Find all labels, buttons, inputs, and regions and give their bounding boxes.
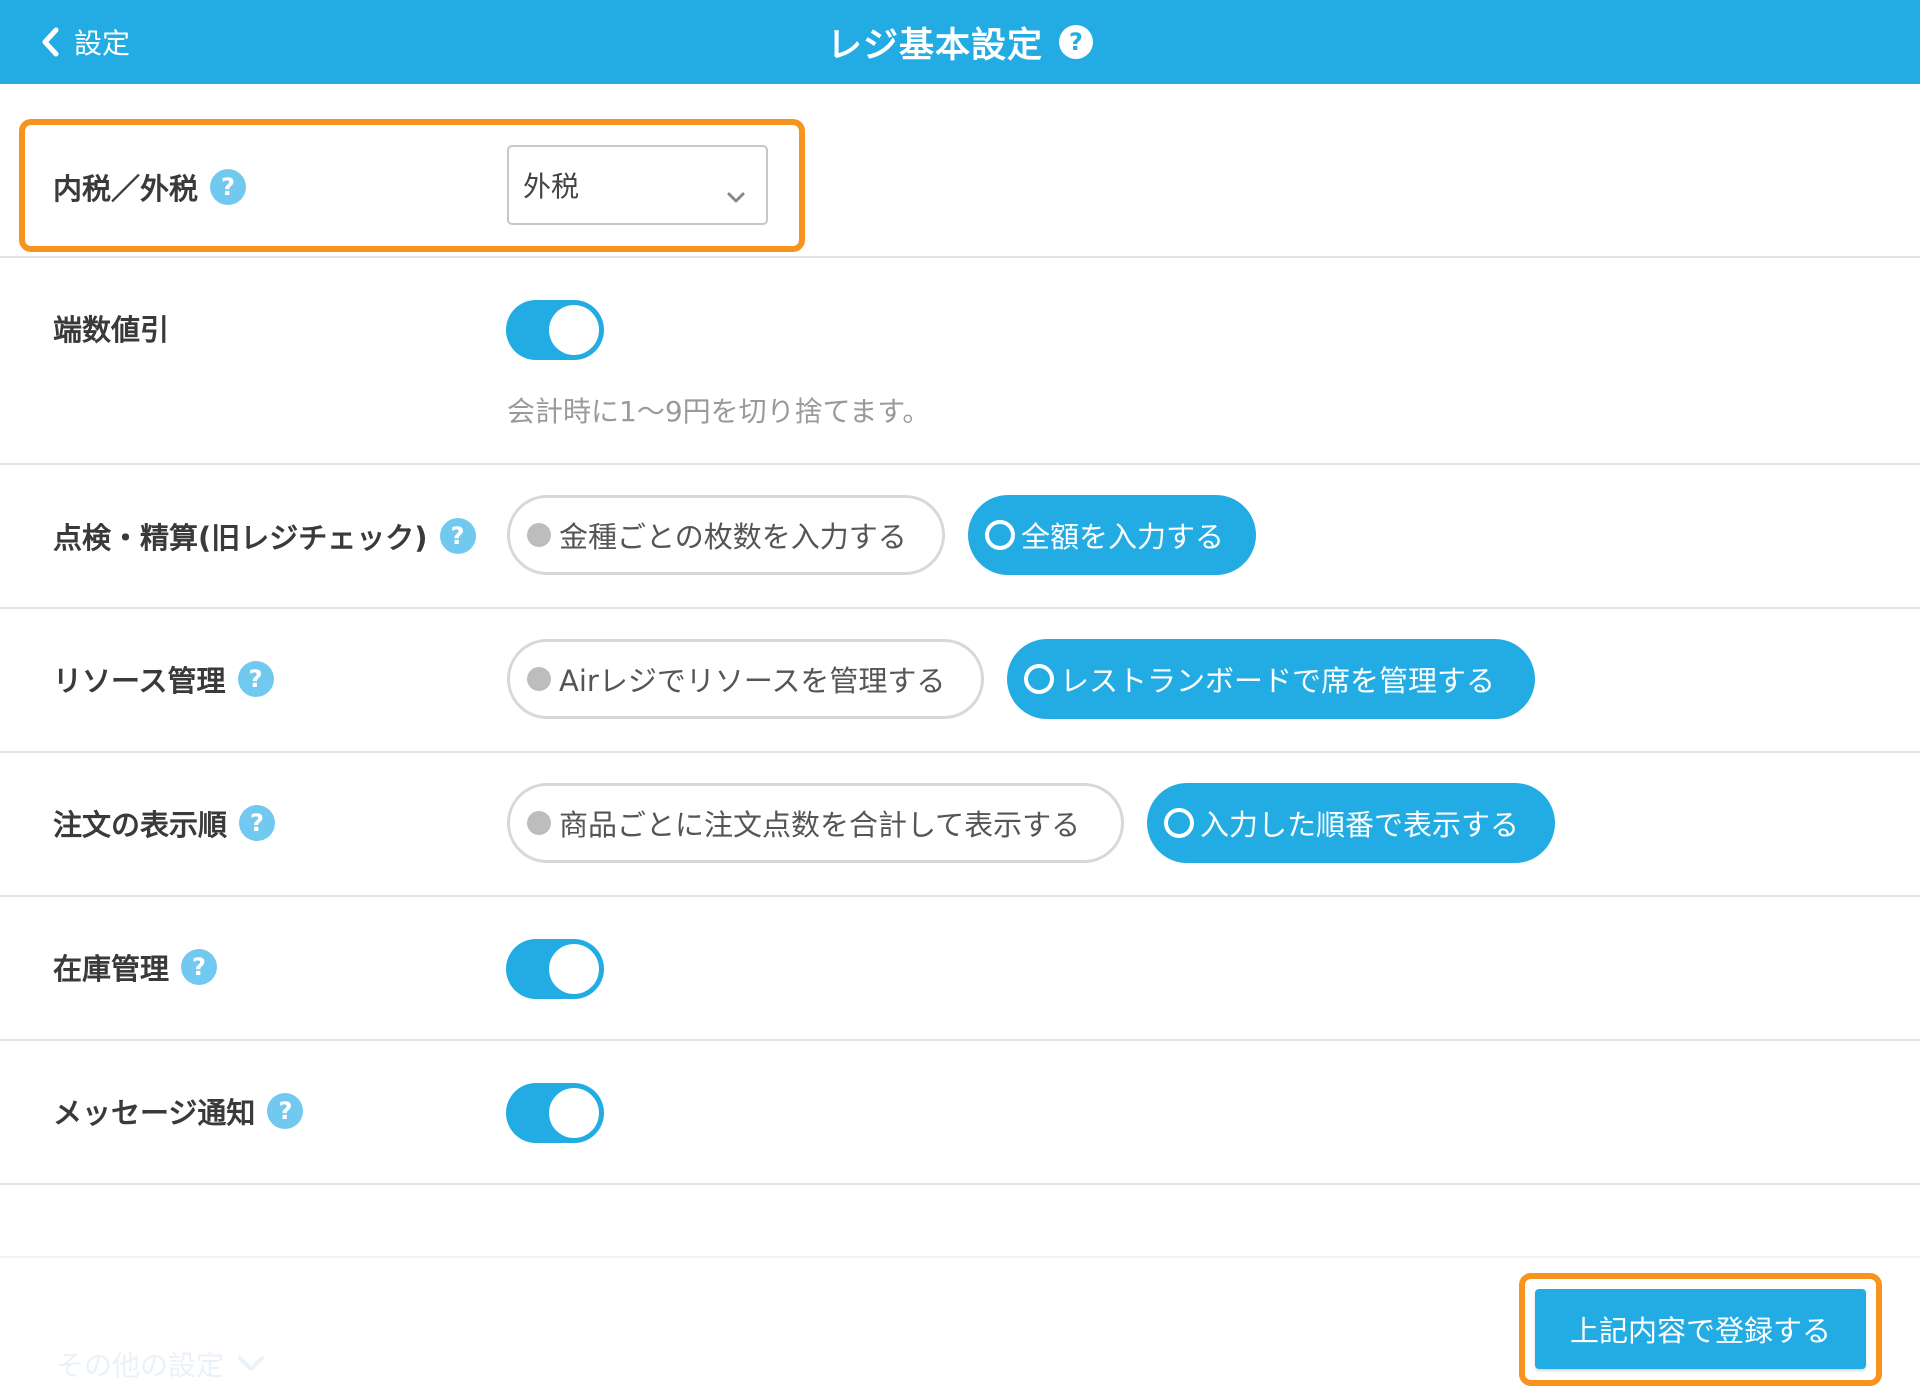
rounding-toggle[interactable] xyxy=(506,300,604,360)
toggle-knob xyxy=(549,1088,599,1138)
inspection-option-total[interactable]: 全額を入力する xyxy=(968,495,1256,575)
inspection-option-label: 金種ごとの枚数を入力する xyxy=(559,520,907,554)
order-display-option-summed[interactable]: 商品ごとに注文点数を合計して表示する xyxy=(507,783,1124,863)
inspection-option-count[interactable]: 金種ごとの枚数を入力する xyxy=(507,495,945,575)
toggle-knob xyxy=(549,944,599,994)
title-area: レジ基本設定 ? xyxy=(0,0,1920,84)
radio-unselected-icon xyxy=(527,523,551,547)
resource-option-label: レストランボードで席を管理する xyxy=(1060,664,1496,698)
order-display-option-label: 入力した順番で表示する xyxy=(1200,808,1520,842)
rounding-label: 端数値引 xyxy=(53,313,170,347)
toggle-knob xyxy=(549,305,599,355)
rounding-label-group: 端数値引 xyxy=(53,308,169,348)
resource-option-airregi[interactable]: Airレジでリソースを管理する xyxy=(507,639,984,719)
help-icon[interactable]: ? xyxy=(267,1093,304,1129)
tax-select[interactable]: 外税 xyxy=(507,145,768,225)
radio-selected-icon xyxy=(985,520,1015,550)
row-tax: 内税／外税 ? xyxy=(0,84,1920,258)
row-message: メッセージ通知 ? xyxy=(0,1041,1920,1185)
tax-label: 内税／外税 xyxy=(53,172,199,206)
order-display-option-label: 商品ごとに注文点数を合計して表示する xyxy=(559,808,1081,842)
order-display-option-input-order[interactable]: 入力した順番で表示する xyxy=(1147,783,1555,863)
header-bar: レジ基本設定 ? 設定 xyxy=(0,0,1920,84)
order-display-label-group: 注文の表示順 ? xyxy=(53,803,276,843)
inspection-label-group: 点検・精算(旧レジチェック) ? xyxy=(53,516,476,556)
inventory-label: 在庫管理 xyxy=(53,952,170,986)
order-display-label: 注文の表示順 xyxy=(53,808,228,842)
help-icon[interactable]: ? xyxy=(239,805,276,841)
more-settings-toggle[interactable]: その他の設定 xyxy=(56,1344,266,1384)
help-icon[interactable]: ? xyxy=(181,949,218,985)
radio-unselected-icon xyxy=(527,667,551,691)
footer-divider xyxy=(0,1256,1920,1258)
chevron-down-icon xyxy=(726,179,746,212)
message-label-group: メッセージ通知 ? xyxy=(53,1091,304,1131)
help-icon[interactable]: ? xyxy=(210,169,247,205)
chevron-left-icon xyxy=(40,25,62,59)
inspection-label: 点検・精算(旧レジチェック) xyxy=(53,521,428,555)
message-label: メッセージ通知 xyxy=(53,1096,256,1130)
inventory-label-group: 在庫管理 ? xyxy=(53,947,218,987)
resource-option-label: Airレジでリソースを管理する xyxy=(559,664,946,698)
chevron-down-icon xyxy=(236,1354,266,1374)
resource-label: リソース管理 xyxy=(53,664,226,698)
resource-label-group: リソース管理 ? xyxy=(53,659,274,699)
more-settings-label: その他の設定 xyxy=(56,1349,225,1382)
tax-select-value: 外税 xyxy=(523,170,580,203)
row-rounding: 端数値引 xyxy=(0,258,1920,465)
resource-option-restaurant-board[interactable]: レストランボードで席を管理する xyxy=(1007,639,1535,719)
message-toggle[interactable] xyxy=(506,1083,604,1143)
row-inventory: 在庫管理 ? xyxy=(0,897,1920,1041)
page-title: レジ基本設定 xyxy=(826,25,1043,66)
help-icon[interactable]: ? xyxy=(237,661,274,697)
title-help-icon[interactable]: ? xyxy=(1059,25,1093,59)
inventory-toggle[interactable] xyxy=(506,939,604,999)
help-icon[interactable]: ? xyxy=(439,518,476,554)
row-inspection: 点検・精算(旧レジチェック) ? xyxy=(0,465,1920,609)
inspection-option-label: 全額を入力する xyxy=(1021,520,1225,554)
submit-button[interactable]: 上記内容で登録する xyxy=(1535,1289,1866,1369)
radio-selected-icon xyxy=(1164,808,1194,838)
tax-label-group: 内税／外税 ? xyxy=(53,167,247,207)
rounding-description: 会計時に1〜9円を切り捨てます。 xyxy=(507,395,931,428)
radio-selected-icon xyxy=(1024,664,1054,694)
radio-unselected-icon xyxy=(527,811,551,835)
back-button[interactable]: 設定 xyxy=(40,20,130,64)
back-label: 設定 xyxy=(74,27,131,60)
